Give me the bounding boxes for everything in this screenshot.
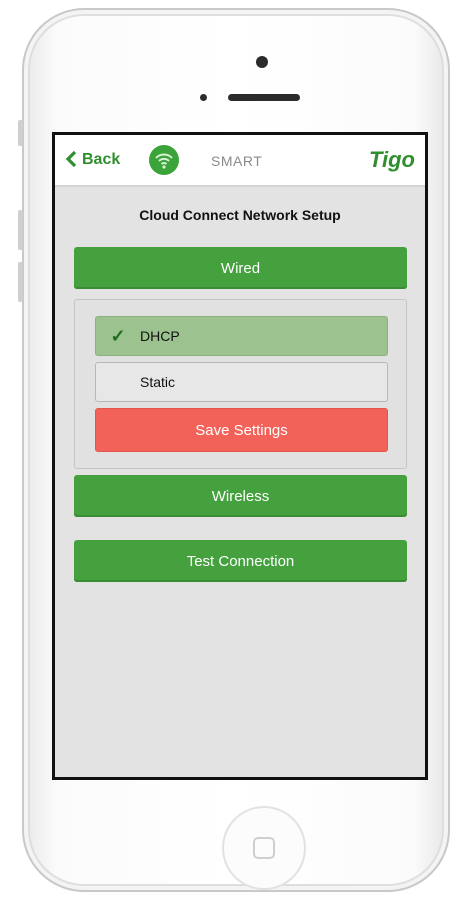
wifi-icon: [149, 145, 179, 175]
static-label: Static: [140, 374, 176, 390]
wired-button[interactable]: Wired: [74, 247, 407, 289]
save-settings-button[interactable]: Save Settings: [95, 408, 388, 452]
chevron-left-icon: [65, 150, 77, 169]
proximity-sensor: [200, 94, 207, 101]
wireless-button[interactable]: Wireless: [74, 475, 407, 517]
app-name-label: SMART: [211, 153, 263, 169]
phone-screen: Back SMART Tigo Cloud Connect Network Se…: [52, 132, 428, 780]
app-screen: Back SMART Tigo Cloud Connect Network Se…: [55, 135, 425, 777]
home-button-icon: [253, 837, 275, 859]
volume-up-button[interactable]: [18, 210, 23, 250]
back-button[interactable]: Back: [65, 150, 121, 169]
static-option[interactable]: Static: [95, 362, 388, 402]
volume-down-button[interactable]: [18, 262, 23, 302]
tigo-logo: Tigo: [368, 147, 415, 172]
checkmark-icon: ✓: [110, 325, 126, 346]
dhcp-option[interactable]: ✓ DHCP: [95, 316, 388, 356]
home-button[interactable]: [222, 806, 306, 890]
mute-switch[interactable]: [18, 120, 23, 146]
dhcp-label: DHCP: [140, 328, 180, 344]
earpiece-speaker: [228, 94, 300, 101]
top-bar: Back SMART Tigo: [55, 135, 425, 187]
page-title: Cloud Connect Network Setup: [139, 207, 341, 223]
wired-settings-panel: ✓ DHCP Static Save Settings: [74, 299, 407, 469]
back-label: Back: [82, 151, 121, 168]
front-camera: [256, 56, 268, 68]
test-connection-button[interactable]: Test Connection: [74, 540, 407, 582]
